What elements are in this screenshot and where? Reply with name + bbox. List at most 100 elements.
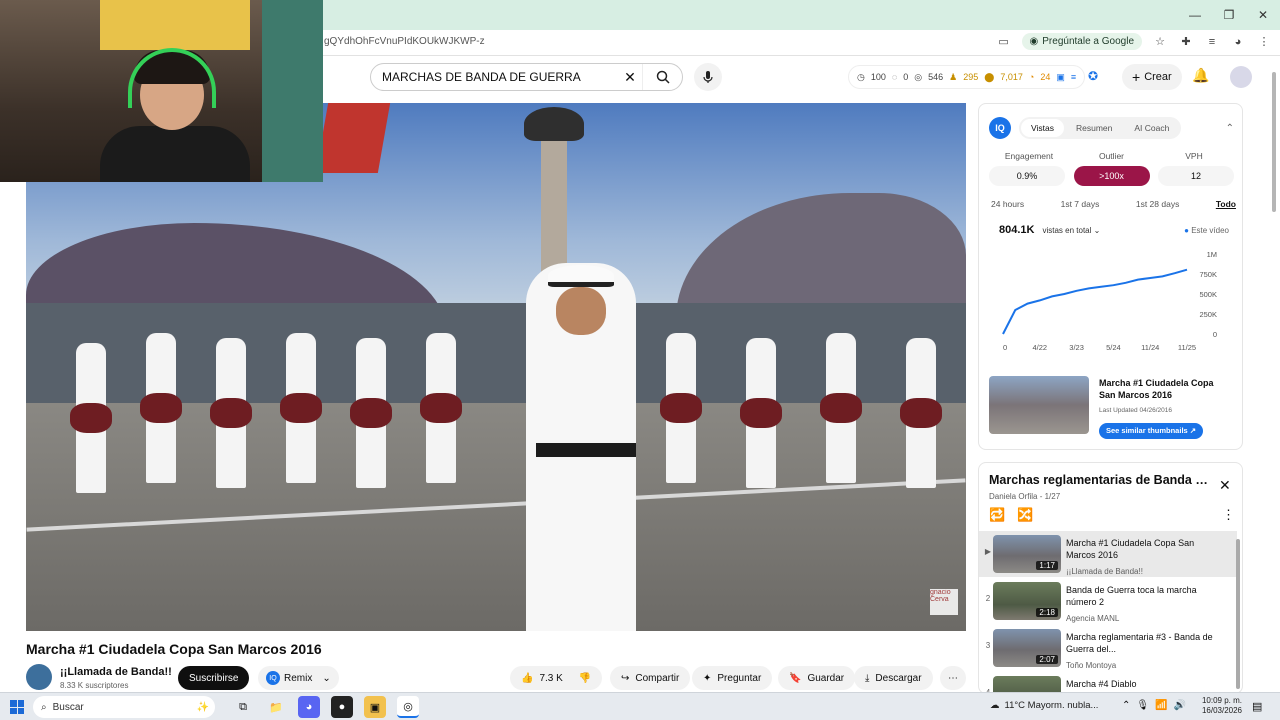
playlist-controls: 🔁 🔀 ⋮ (989, 507, 1239, 525)
webcam-overlay (0, 0, 323, 182)
extensions-icon[interactable]: ✚ (1178, 34, 1194, 50)
see-similar-thumbnails-button[interactable]: See similar thumbnails ↗ (1099, 423, 1204, 439)
loop-icon[interactable]: 🔁 (989, 507, 1005, 525)
cast-icon[interactable]: ▭ (996, 34, 1012, 50)
browser-menu-icon[interactable]: ⋮ (1256, 34, 1272, 50)
bookmark-star-icon[interactable]: ☆ (1152, 34, 1168, 50)
download-button[interactable]: ⤓ Descargar (854, 666, 933, 690)
x-tick-label: 0 (1003, 343, 1007, 352)
search-box[interactable]: MARCHAS DE BANDA DE GUERRA ✕ (370, 63, 683, 91)
search-input[interactable]: MARCHAS DE BANDA DE GUERRA (382, 70, 618, 84)
dislike-icon[interactable]: 👎 (579, 673, 591, 684)
ask-label: Preguntar (717, 672, 762, 684)
like-button[interactable]: 👍 7.3 K 👎 (510, 666, 603, 690)
playlist-item[interactable]: 2 2:18 Banda de Guerra toca la marcha nú… (979, 578, 1237, 624)
period-24h[interactable]: 24 hours (991, 199, 1024, 209)
restore-icon[interactable]: ❐ (1212, 0, 1246, 30)
tab-resumen[interactable]: Resumen (1066, 119, 1122, 137)
profile-icon[interactable]: ◕ (1230, 34, 1246, 50)
more-actions-button[interactable]: ⋯ (940, 666, 966, 690)
playlist-item[interactable]: 3 2:07 Marcha reglamentaria #3 - Banda d… (979, 625, 1237, 671)
views-dropdown-label: vistas en total (1042, 225, 1092, 235)
task-view-icon[interactable]: ⧉ (232, 696, 254, 718)
playlist-title[interactable]: Marchas reglamentarias de Banda d... (989, 473, 1209, 487)
microphone-icon (703, 71, 713, 83)
shuffle-icon[interactable]: 🔀 (1017, 507, 1033, 525)
subscribe-button[interactable]: Suscribirse (178, 666, 250, 690)
account-avatar[interactable] (1230, 66, 1252, 88)
microphone-icon[interactable]: 🎙 (1136, 700, 1149, 711)
iq-extension-icon[interactable]: ▣ (1056, 72, 1065, 83)
playlist-scrollbar[interactable] (1236, 539, 1240, 689)
bookmark-icon: 🔖 (789, 672, 802, 684)
ai-extension-icon[interactable]: ✪ (1088, 69, 1098, 83)
address-bar-actions: ▭ ◉ Pregúntale a Google ☆ ✚ ≡ ◕ ⋮ (996, 33, 1272, 50)
total-views: 804.1K (999, 224, 1035, 236)
page-scrollbar-thumb[interactable] (1272, 72, 1276, 212)
ask-google-button[interactable]: ◉ Pregúntale a Google (1021, 33, 1142, 50)
obs-icon[interactable]: ● (331, 696, 353, 718)
drummer (820, 333, 862, 483)
drummer (350, 338, 392, 488)
period-7d[interactable]: 1st 7 days (1061, 199, 1100, 209)
chart-legend: Este vídeo (1184, 226, 1229, 235)
stat-1: 100 (870, 72, 886, 82)
file-explorer-icon[interactable]: 📁 (265, 696, 287, 718)
save-button[interactable]: 🔖 Guardar (778, 666, 856, 690)
playlist-item-title: Marcha #1 Ciudadela Copa San Marcos 2016 (1066, 538, 1195, 560)
notification-icon[interactable]: ▤ (1252, 700, 1262, 713)
discord-icon[interactable]: ◕ (298, 696, 320, 718)
taskbar-weather[interactable]: ☁ 11°C Mayorm. nubla... (990, 700, 1098, 711)
metric-label-outlier: Outlier (1098, 151, 1125, 161)
clear-search-icon[interactable]: ✕ (618, 69, 642, 86)
period-all[interactable]: Todo (1216, 199, 1236, 209)
playlist-more-icon[interactable]: ⋮ (1222, 507, 1235, 525)
taskbar-clock[interactable]: 10:09 p. m. 16/03/2026 (1200, 696, 1242, 716)
tab-vistas[interactable]: Vistas (1021, 119, 1064, 137)
windows-start-icon[interactable] (10, 700, 24, 714)
thumbnail-image[interactable] (989, 376, 1089, 434)
minimize-icon[interactable]: — (1178, 0, 1212, 30)
channel-name[interactable]: ¡¡Llamada de Banda!! (60, 666, 172, 678)
video-watermark: gnacio Cerva (930, 589, 958, 615)
ask-button[interactable]: ✦ Preguntar (692, 666, 773, 690)
playlist-index: 2 (985, 594, 991, 603)
period-28d[interactable]: 1st 28 days (1136, 199, 1179, 209)
thumbnail-card: Marcha #1 Ciudadela Copa San Marcos 2016… (989, 376, 1234, 440)
share-button[interactable]: ↪ Compartir (610, 666, 691, 690)
channel-avatar[interactable] (26, 664, 52, 690)
playlist-item[interactable]: 4 Marcha #4 Diablo (979, 672, 1237, 693)
collapse-chevron-icon[interactable]: ⌃ (1226, 123, 1234, 134)
menu-lines-icon[interactable]: ≡ (1071, 72, 1076, 82)
search-button[interactable] (642, 64, 682, 90)
url-text[interactable]: gQYdhOhFcVnuPIdKOUkWJKWP-z (324, 36, 485, 47)
chrome-icon[interactable]: ◎ (397, 696, 419, 718)
wifi-icon[interactable]: 📶 (1155, 700, 1167, 711)
webcam-window (262, 0, 323, 182)
window-controls: — ❐ ✕ (1178, 0, 1280, 30)
close-icon[interactable]: ✕ (1219, 477, 1231, 494)
tray-chevron-icon[interactable]: ⌃ (1122, 700, 1130, 711)
create-button[interactable]: + Crear (1122, 64, 1182, 90)
remix-label: Remix (284, 672, 313, 684)
voice-search-button[interactable] (694, 63, 722, 91)
drummer (70, 343, 112, 493)
extension-stats-bar[interactable]: ◷ 100 ◌ 0 ◎ 546 ♟ 295 ⬤ 7,017 ◔ 24 ▣ ≡ (848, 65, 1086, 89)
download-label: Descargar (875, 672, 922, 684)
taskbar-search[interactable]: ⌕ Buscar ✨ (33, 696, 215, 718)
close-window-icon[interactable]: ✕ (1246, 0, 1280, 30)
thumbnail-title: Marcha #1 Ciudadela Copa San Marcos 2016 (1099, 378, 1214, 400)
page-scrollbar[interactable] (1270, 62, 1278, 692)
more-dots-icon: ⋯ (948, 672, 958, 684)
chevron-down-icon[interactable]: ⌄ (322, 673, 330, 684)
playlist-item[interactable]: ▶ 1:17 Marcha #1 Ciudadela Copa San Marc… (979, 531, 1237, 577)
app-icon[interactable]: ▣ (364, 696, 386, 718)
eye-icon: ◎ (914, 71, 923, 82)
notifications-bell-icon[interactable]: 🔔 (1192, 67, 1209, 84)
volume-icon[interactable]: 🔊 (1174, 700, 1186, 711)
reading-list-icon[interactable]: ≡ (1204, 34, 1220, 50)
views-dropdown[interactable]: vistas en total ⌄ (1042, 226, 1100, 235)
tab-ai-coach[interactable]: AI Coach (1124, 119, 1179, 137)
video-player[interactable]: gnacio Cerva (26, 103, 966, 631)
remix-button[interactable]: IQ Remix ⌄ (258, 666, 339, 690)
